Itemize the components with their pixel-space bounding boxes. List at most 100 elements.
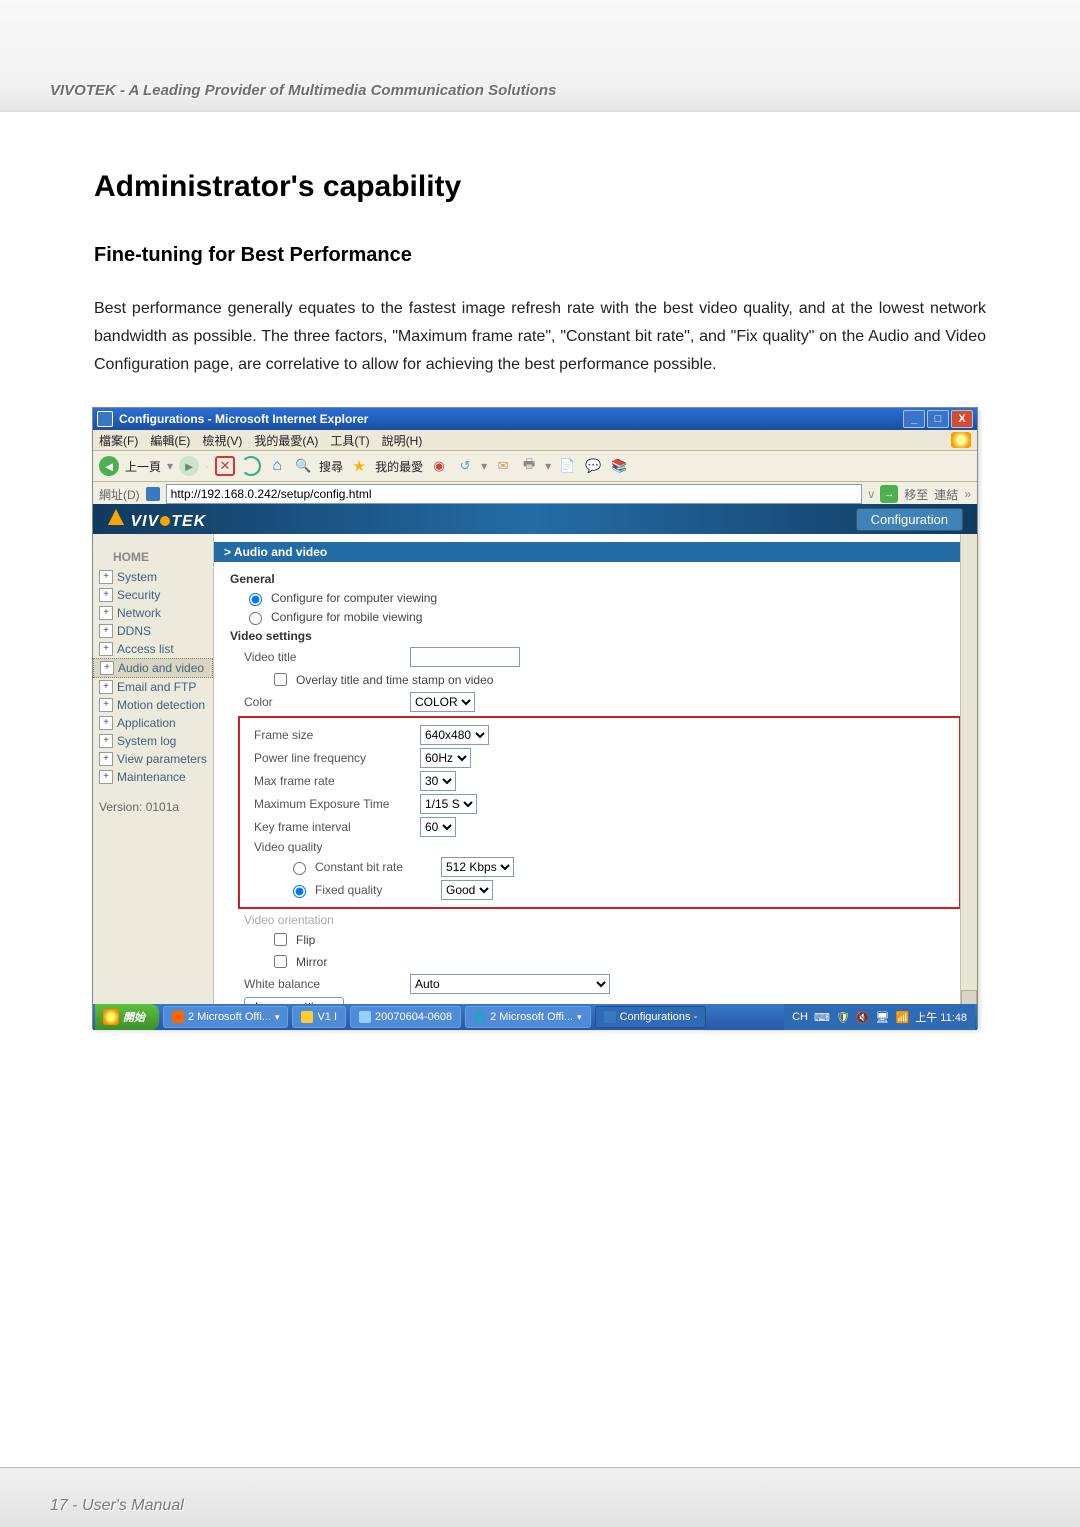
taskbar-btn-office1[interactable]: 2 Microsoft Offi...▾: [163, 1006, 288, 1028]
start-button[interactable]: 開始: [95, 1004, 159, 1030]
flip-checkbox[interactable]: [274, 933, 287, 946]
ie-icon: [97, 411, 113, 427]
expand-icon[interactable]: +: [99, 698, 113, 712]
expand-icon[interactable]: +: [99, 680, 113, 694]
tray-icon[interactable]: 🛡: [836, 1011, 850, 1024]
menu-file[interactable]: 檔案(F): [99, 432, 138, 449]
cbr-radio[interactable]: [293, 862, 306, 875]
plf-select[interactable]: 60Hz: [420, 748, 471, 768]
expand-icon[interactable]: +: [99, 606, 113, 620]
body-paragraph: Best performance generally equates to th…: [94, 295, 986, 379]
search-label[interactable]: 搜尋: [319, 458, 343, 475]
discuss-icon[interactable]: 💬: [583, 456, 603, 476]
taskbar-btn-office2[interactable]: 2 Microsoft Offi...▾: [465, 1006, 590, 1028]
media-icon[interactable]: ◉: [429, 456, 449, 476]
video-title-input[interactable]: [410, 647, 520, 667]
expand-icon[interactable]: +: [99, 570, 113, 584]
expand-icon[interactable]: +: [99, 716, 113, 730]
expand-icon[interactable]: +: [99, 752, 113, 766]
cbr-select[interactable]: 512 Kbps: [441, 857, 514, 877]
links-label[interactable]: 連結: [934, 486, 958, 503]
menu-favorites[interactable]: 我的最愛(A): [254, 432, 318, 449]
fq-select[interactable]: Good: [441, 880, 493, 900]
expand-icon[interactable]: +: [99, 588, 113, 602]
minimize-button[interactable]: _: [903, 410, 925, 428]
nav-system[interactable]: +System: [93, 568, 213, 586]
nav-home[interactable]: HOME: [93, 546, 213, 568]
stop-icon[interactable]: ✕: [215, 456, 235, 476]
taskbar-btn-configurations[interactable]: Configurations -: [595, 1006, 707, 1028]
nav-ddns[interactable]: +DDNS: [93, 622, 213, 640]
expand-icon[interactable]: +: [99, 734, 113, 748]
go-button[interactable]: →: [880, 485, 898, 503]
research-icon[interactable]: 📚: [609, 456, 629, 476]
system-tray[interactable]: CH ⌨ 🛡 🔇 🖥 📶 上午 11:48: [784, 1004, 975, 1030]
mail-icon[interactable]: ✉: [493, 456, 513, 476]
menu-tools[interactable]: 工具(T): [330, 432, 369, 449]
nav-security[interactable]: +Security: [93, 586, 213, 604]
tray-icon[interactable]: 🖥: [876, 1011, 890, 1024]
edit-icon[interactable]: 📄: [557, 456, 577, 476]
nav-email-ftp[interactable]: +Email and FTP: [93, 678, 213, 696]
back-label[interactable]: 上一頁: [125, 458, 161, 475]
ie-logo-icon: [951, 432, 971, 448]
nav-label: System log: [117, 734, 176, 748]
wb-label: White balance: [244, 977, 404, 991]
nav-view-parameters[interactable]: +View parameters: [93, 750, 213, 768]
wb-select[interactable]: Auto: [410, 974, 610, 994]
brand-logo: VIVTEK: [107, 508, 206, 531]
menu-view[interactable]: 檢視(V): [202, 432, 242, 449]
opt-computer-radio[interactable]: [249, 593, 262, 606]
favorites-label[interactable]: 我的最愛: [375, 458, 423, 475]
menu-help[interactable]: 說明(H): [382, 432, 423, 449]
tray-icon[interactable]: 📶: [896, 1011, 910, 1024]
nav-label: Application: [117, 716, 176, 730]
met-select[interactable]: 1/15 S: [420, 794, 477, 814]
print-icon[interactable]: 🖶: [519, 456, 539, 476]
close-button[interactable]: X: [951, 410, 973, 428]
nav-label: Audio and video: [118, 661, 204, 675]
opt-mobile-radio[interactable]: [249, 612, 262, 625]
address-input[interactable]: http://192.168.0.242/setup/config.html: [166, 484, 863, 504]
mfr-select[interactable]: 30: [420, 771, 456, 791]
frame-size-select[interactable]: 640x480: [420, 725, 489, 745]
expand-icon[interactable]: +: [99, 642, 113, 656]
nav-system-log[interactable]: + System log: [93, 732, 213, 750]
nav-application[interactable]: + Application: [93, 714, 213, 732]
fq-radio[interactable]: [293, 885, 306, 898]
overlay-checkbox[interactable]: [274, 673, 287, 686]
scrollbar[interactable]: [960, 504, 977, 1006]
tray-icon[interactable]: 🔇: [856, 1011, 870, 1024]
video-settings-header: Video settings: [230, 629, 961, 643]
nav-access-list[interactable]: +Access list: [93, 640, 213, 658]
taskbar-btn-date[interactable]: 20070604-0608: [350, 1006, 461, 1028]
back-icon[interactable]: ◄: [99, 456, 119, 476]
word-icon: [172, 1011, 184, 1023]
history-icon[interactable]: ↺: [455, 456, 475, 476]
expand-icon[interactable]: +: [99, 770, 113, 784]
mirror-checkbox[interactable]: [274, 955, 287, 968]
page-icon: [146, 487, 160, 501]
search-icon[interactable]: 🔍: [293, 456, 313, 476]
favorites-icon[interactable]: ★: [349, 456, 369, 476]
ie-toolbar: ◄ 上一頁 ▾ ► · ✕ ⌂ 🔍 搜尋 ★ 我的最愛 ◉ ↺ ▾ ✉ 🖶 ▾ …: [93, 451, 977, 482]
nav-maintenance[interactable]: +Maintenance: [93, 768, 213, 786]
nav-network[interactable]: +Network: [93, 604, 213, 622]
menu-edit[interactable]: 編輯(E): [150, 432, 190, 449]
tray-icon[interactable]: ⌨: [814, 1011, 830, 1024]
taskbar-btn-folder[interactable]: V1 I: [292, 1006, 346, 1028]
flip-label: Flip: [296, 933, 315, 947]
home-icon[interactable]: ⌂: [267, 456, 287, 476]
expand-icon[interactable]: +: [99, 624, 113, 638]
kfi-select[interactable]: 60: [420, 817, 456, 837]
maximize-button[interactable]: □: [927, 410, 949, 428]
lang-indicator[interactable]: CH: [792, 1011, 808, 1023]
nav-audio-video[interactable]: + Audio and video: [93, 658, 213, 678]
nav-motion-detection[interactable]: +Motion detection: [93, 696, 213, 714]
expand-icon[interactable]: +: [100, 661, 114, 675]
color-select[interactable]: COLOR: [410, 692, 475, 712]
forward-icon[interactable]: ►: [179, 456, 199, 476]
refresh-icon[interactable]: [241, 456, 261, 476]
clock[interactable]: 上午 11:48: [915, 1009, 967, 1025]
go-label: 移至: [904, 486, 928, 503]
